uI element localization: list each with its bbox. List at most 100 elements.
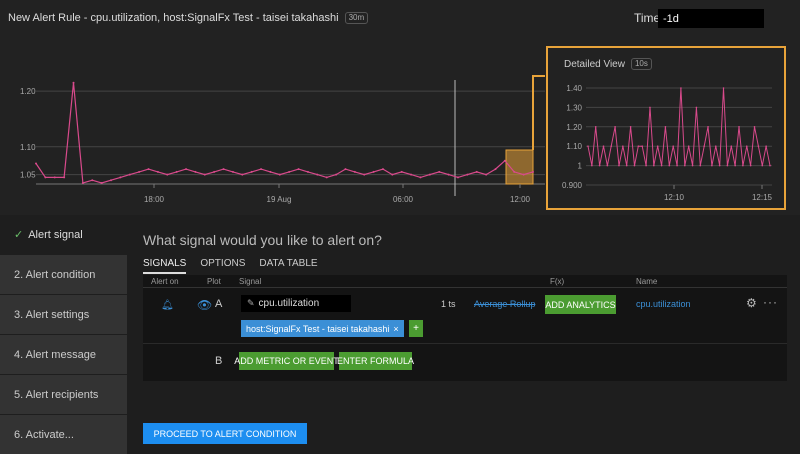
- sidebar-item-label: 4. Alert message: [14, 348, 96, 361]
- data-point: [213, 170, 216, 173]
- add-metric-or-event-button[interactable]: ADD METRIC OR EVENT: [234, 352, 339, 370]
- data-point: [278, 173, 281, 176]
- data-point: [637, 145, 640, 147]
- data-point: [503, 159, 506, 162]
- plot-letter: B: [215, 355, 223, 367]
- tab-data-table[interactable]: DATA TABLE: [259, 258, 317, 274]
- data-point: [749, 164, 752, 167]
- plot-letter: A: [215, 298, 223, 310]
- time-range-input[interactable]: [658, 9, 764, 28]
- bell-icon[interactable]: 🔔︎: [161, 300, 174, 311]
- y-tick-label: 1.20: [20, 87, 36, 96]
- data-point: [297, 168, 300, 171]
- main-chart[interactable]: 1.20 1.10 1.05 18:00 19 Aug 06:00 12:00: [0, 0, 545, 215]
- signal-tabs: SIGNALS OPTIONS DATA TABLE: [143, 258, 318, 274]
- section-heading: What signal would you like to alert on?: [143, 232, 382, 248]
- detail-connector: [532, 75, 545, 150]
- rollup-link[interactable]: Average Rollup: [474, 299, 535, 309]
- sidebar-item-alert-recipients[interactable]: 5. Alert recipients: [0, 375, 127, 415]
- data-point: [91, 179, 94, 182]
- data-point: [610, 145, 613, 147]
- close-icon[interactable]: ×: [393, 324, 398, 334]
- data-point: [757, 145, 760, 147]
- data-point: [466, 173, 469, 176]
- data-point: [664, 126, 667, 128]
- eye-icon[interactable]: 👁︎: [197, 298, 212, 312]
- chart-header-area: New Alert Rule - cpu.utilization, host:S…: [0, 0, 800, 215]
- data-point: [753, 126, 756, 128]
- data-point: [185, 168, 188, 171]
- data-point: [438, 170, 441, 173]
- data-point: [598, 164, 601, 167]
- data-point: [711, 164, 713, 167]
- detail-chart[interactable]: 1.40 1.30 1.20 1.10 1 0.900 12:10 12:15: [548, 48, 784, 208]
- data-point: [714, 145, 717, 147]
- y-tick-label: 1.30: [566, 103, 582, 112]
- data-point: [722, 87, 725, 89]
- y-tick-label: 1.10: [20, 143, 36, 152]
- data-point: [138, 170, 141, 173]
- tab-options[interactable]: OPTIONS: [200, 258, 245, 274]
- tab-signals[interactable]: SIGNALS: [143, 258, 187, 274]
- data-point: [175, 170, 178, 173]
- proceed-button[interactable]: PROCEED TO ALERT CONDITION: [143, 423, 307, 444]
- data-point: [372, 170, 375, 173]
- data-point: [306, 170, 309, 173]
- column-header-alert-on: Alert on: [151, 277, 179, 286]
- data-point: [194, 170, 197, 173]
- enter-formula-button[interactable]: ENTER FORMULA: [337, 352, 414, 370]
- data-point: [594, 126, 597, 128]
- data-point: [707, 126, 709, 128]
- data-point: [119, 176, 122, 179]
- data-point: [269, 170, 272, 173]
- data-point: [765, 145, 767, 147]
- data-point: [335, 173, 338, 176]
- signals-table: Alert on Plot Signal F(x) Name 🔔︎ 👁︎ A ✎…: [143, 275, 787, 381]
- add-analytics-button[interactable]: ADD ANALYTICS: [545, 295, 616, 314]
- sidebar-item-label: 5. Alert recipients: [14, 388, 99, 401]
- data-point: [769, 164, 771, 167]
- add-filter-button[interactable]: +: [409, 320, 423, 337]
- data-point: [288, 170, 291, 173]
- data-point: [494, 168, 497, 171]
- pencil-icon: ✎: [247, 298, 255, 308]
- signal-editor: What signal would you like to alert on? …: [127, 215, 800, 454]
- data-point: [400, 170, 403, 173]
- sidebar-item-alert-condition[interactable]: 2. Alert condition: [0, 255, 127, 295]
- data-point: [742, 164, 744, 167]
- data-point: [691, 164, 694, 167]
- data-point: [363, 173, 366, 176]
- data-point: [625, 164, 628, 167]
- gear-icon[interactable]: ⚙: [746, 296, 757, 310]
- data-point: [668, 164, 671, 167]
- time-label: Time: [634, 11, 661, 25]
- metric-field[interactable]: ✎ cpu.utilization: [241, 295, 351, 312]
- signal-name-link[interactable]: cpu.utilization: [636, 299, 691, 309]
- data-point: [718, 164, 721, 167]
- column-header-fx: F(x): [550, 277, 565, 286]
- sidebar-item-alert-message[interactable]: 4. Alert message: [0, 335, 127, 375]
- data-point: [344, 168, 347, 171]
- x-tick-label: 19 Aug: [267, 195, 292, 204]
- data-point: [316, 173, 319, 176]
- sidebar-item-alert-signal[interactable]: ✓ Alert signal: [0, 215, 127, 255]
- x-tick-label: 12:00: [510, 195, 531, 204]
- data-point: [591, 164, 593, 167]
- sidebar-item-alert-settings[interactable]: 3. Alert settings: [0, 295, 127, 335]
- data-point: [629, 126, 632, 128]
- more-icon[interactable]: ···: [763, 295, 778, 309]
- sidebar-item-activate[interactable]: 6. Activate...: [0, 415, 127, 454]
- data-point: [81, 182, 84, 184]
- filter-chip[interactable]: host:SignalFx Test - taisei takahashi ×: [241, 320, 404, 337]
- data-point: [222, 168, 225, 171]
- column-header-name: Name: [636, 277, 658, 286]
- data-point: [653, 164, 655, 167]
- column-header-plot: Plot: [207, 277, 221, 286]
- data-point: [485, 173, 488, 176]
- sidebar-item-label: Alert signal: [28, 228, 83, 241]
- table-row: 🔔︎ 👁︎ A ✎ cpu.utilization host:SignalFx …: [143, 288, 787, 344]
- data-point: [622, 145, 624, 147]
- x-tick-label: 18:00: [144, 195, 165, 204]
- data-point: [649, 106, 651, 109]
- filter-label: host:SignalFx Test - taisei takahashi: [246, 323, 390, 334]
